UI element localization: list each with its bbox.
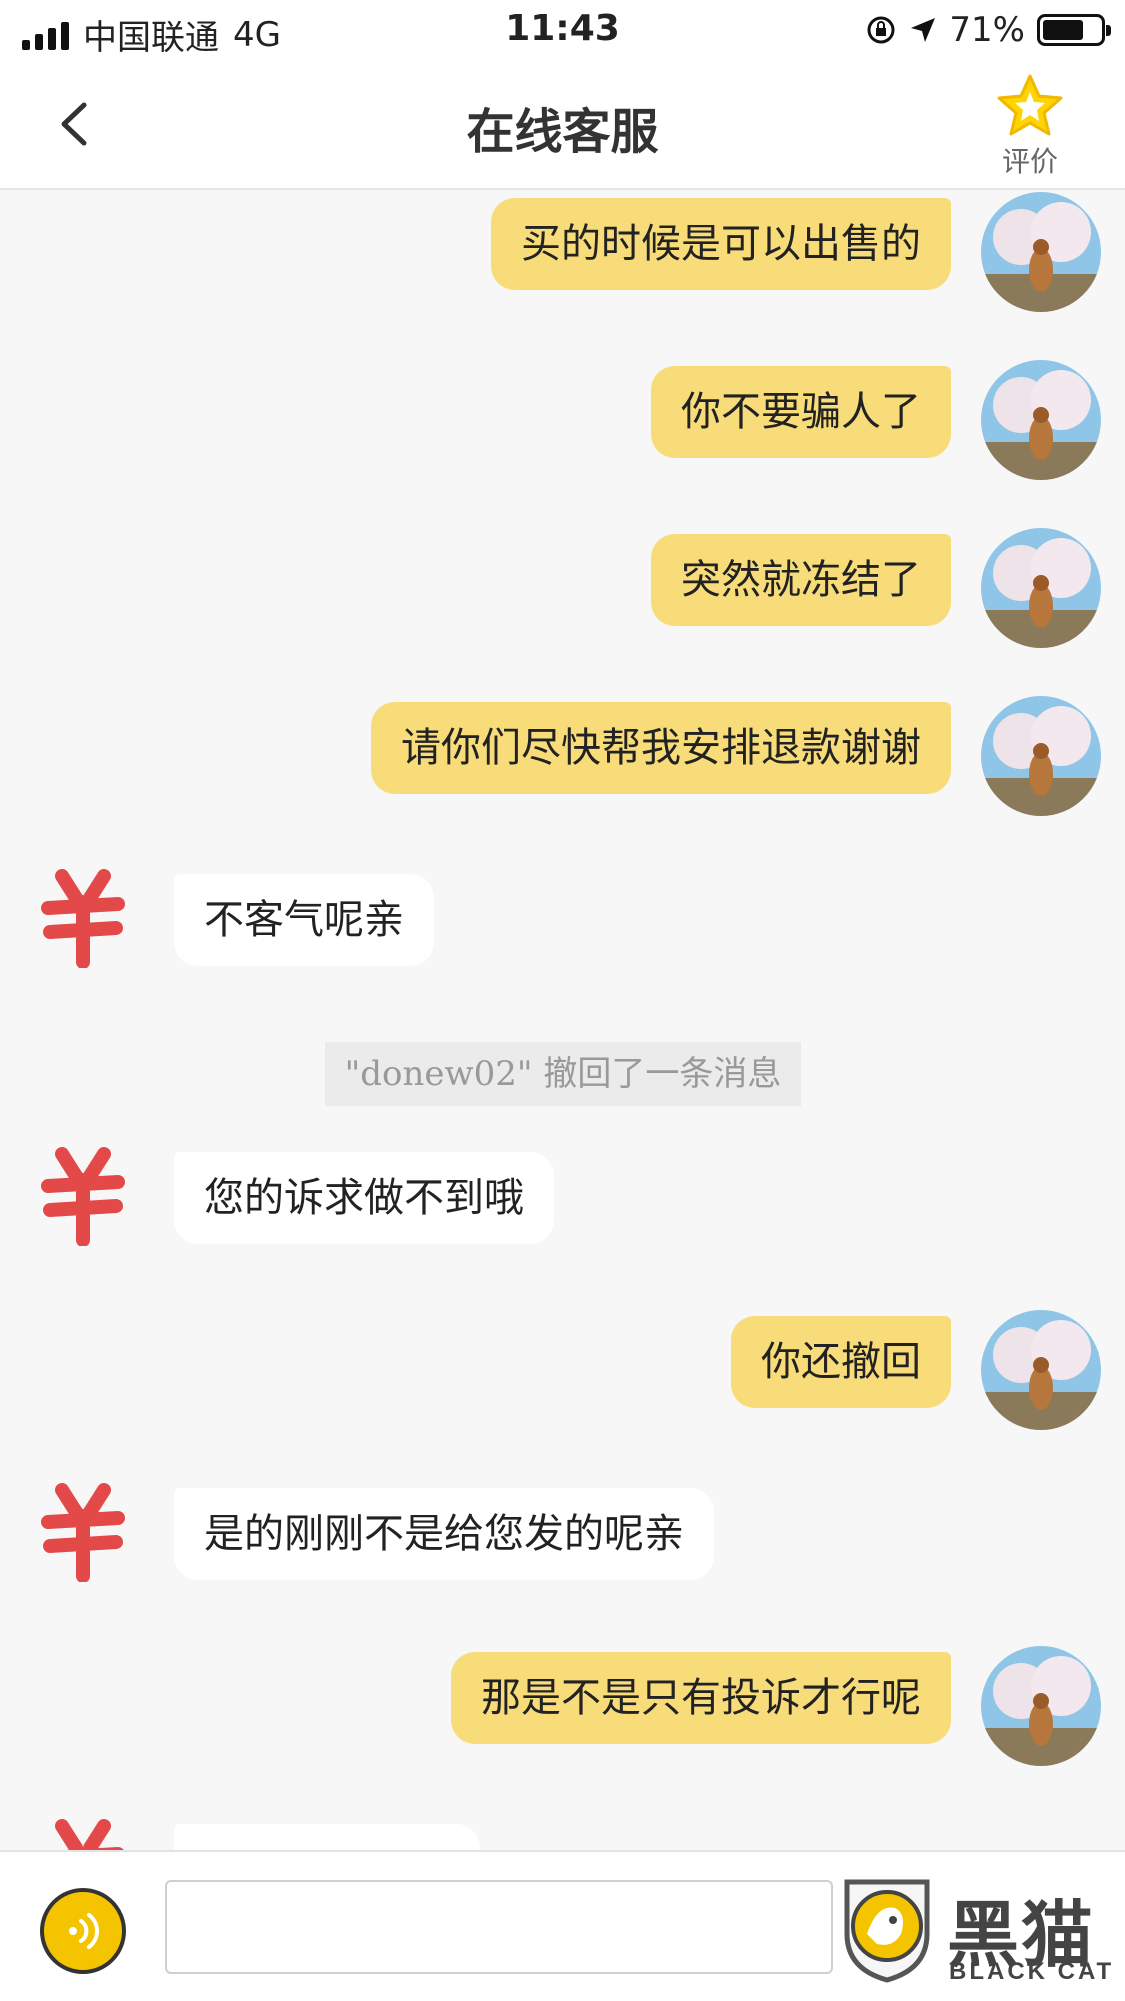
page-title: 在线客服 (466, 104, 659, 160)
black-cat-watermark: 黑猫 BLACK CAT (837, 1874, 1117, 1994)
black-cat-logo (844, 1879, 930, 1983)
recall-notice: "donew02" 撤回了一条消息 (325, 1042, 801, 1106)
rate-button[interactable]: 评价 (985, 72, 1075, 180)
battery-icon (1037, 14, 1111, 46)
message-bubble-received[interactable]: 是的刚刚不是给您发的呢亲 (174, 1488, 714, 1580)
user-avatar[interactable] (981, 1310, 1101, 1430)
location-icon (911, 18, 936, 42)
voice-icon (69, 1913, 99, 1949)
user-avatar[interactable] (981, 1646, 1101, 1766)
battery-fill (1043, 20, 1083, 40)
message-bubble-sent[interactable]: 买的时候是可以出售的 (491, 198, 951, 290)
star-icon (997, 74, 1063, 136)
service-avatar[interactable] (40, 868, 126, 969)
rotation-lock-icon (867, 16, 895, 44)
rate-label: 评价 (1001, 145, 1058, 178)
nav-bar: 在线客服 评价 (0, 62, 1125, 190)
service-avatar[interactable] (40, 1818, 126, 1850)
user-avatar[interactable] (981, 696, 1101, 816)
service-avatar[interactable] (40, 1146, 126, 1247)
message-bubble-sent[interactable]: 请你们尽快帮我安排退款谢谢 (371, 702, 951, 794)
voice-button[interactable] (40, 1888, 126, 1974)
user-avatar[interactable] (981, 192, 1101, 312)
message-bubble-sent[interactable]: 你不要骗人了 (651, 366, 951, 458)
user-avatar[interactable] (981, 360, 1101, 480)
status-bar: 中国联通 4G 11:43 71% (0, 0, 1125, 62)
message-input[interactable] (165, 1880, 833, 1974)
message-bubble-received[interactable]: 您的诉求做不到哦 (174, 1152, 554, 1244)
message-bubble-received[interactable]: 不客气呢亲 (174, 874, 434, 966)
chat-area[interactable]: 买的时候是可以出售的 你不要骗人了 突然就冻结了 请你们尽快帮我安排退款谢谢 不… (0, 192, 1125, 1850)
input-bar: 黑猫 BLACK CAT (0, 1850, 1125, 2001)
service-avatar[interactable] (40, 1482, 126, 1583)
message-bubble-sent[interactable]: 突然就冻结了 (651, 534, 951, 626)
message-bubble-sent[interactable]: 那是不是只有投诉才行呢 (451, 1652, 951, 1744)
message-bubble-received-partial[interactable] (174, 1824, 480, 1850)
watermark-en: BLACK CAT (949, 1958, 1115, 1985)
user-avatar[interactable] (981, 528, 1101, 648)
battery-percent: 71% (949, 10, 1025, 50)
message-bubble-sent[interactable]: 你还撤回 (731, 1316, 951, 1408)
status-right: 71% (865, 10, 1111, 50)
